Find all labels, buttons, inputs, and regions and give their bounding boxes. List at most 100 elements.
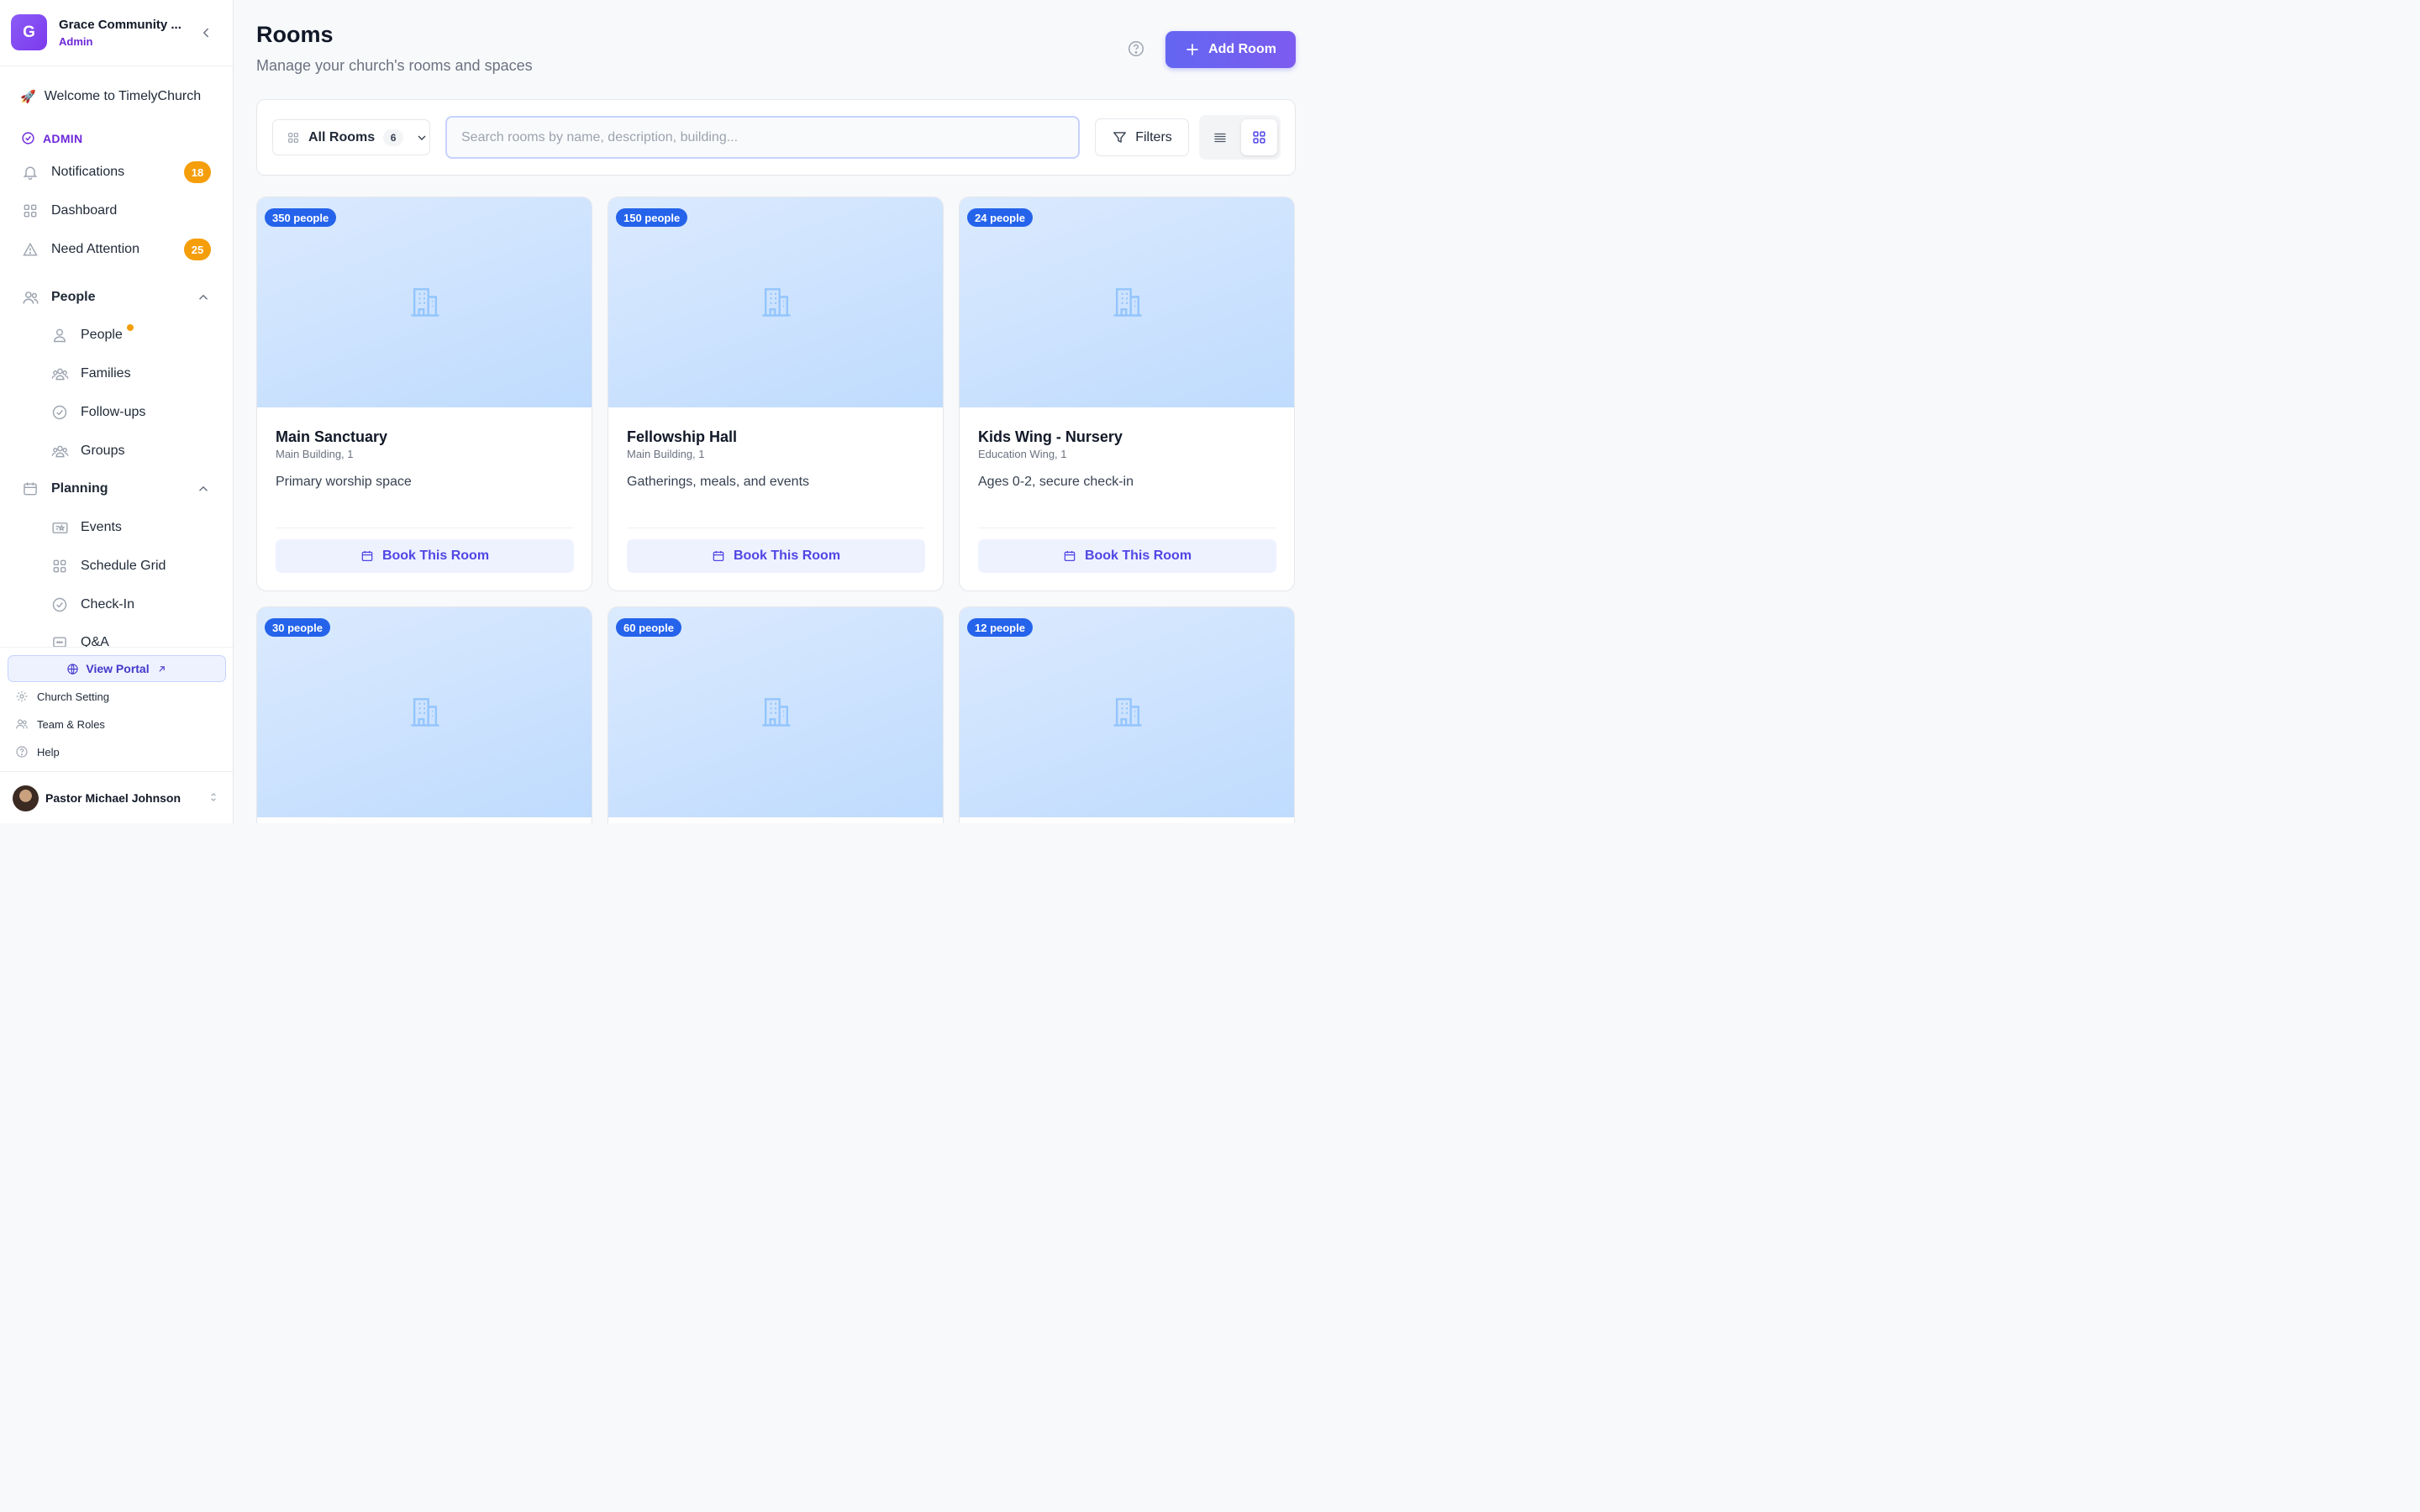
family-icon — [50, 365, 69, 383]
help-link[interactable]: Help — [15, 743, 60, 761]
capacity-badge: 30 people — [265, 618, 330, 637]
sidebar: G Grace Community ... Admin 🚀 Welcome to… — [0, 0, 234, 823]
building-icon — [1113, 288, 1142, 317]
room-card[interactable]: 350 people Main Sanctuary Main Building,… — [256, 197, 592, 591]
view-toggle — [1199, 115, 1281, 160]
filters-button[interactable]: Filters — [1095, 118, 1189, 156]
notifications-count-badge: 18 — [184, 161, 211, 183]
sidebar-item-people[interactable]: People — [50, 320, 218, 350]
room-location: Main Building, 1 — [627, 448, 705, 460]
sidebar-item-families[interactable]: Families — [50, 359, 218, 389]
capacity-badge: 24 people — [967, 208, 1033, 227]
room-description: Gatherings, meals, and events — [627, 475, 810, 489]
sidebar-group-planning[interactable]: Planning — [21, 474, 223, 504]
sidebar-item-check-in[interactable]: Check-In — [50, 590, 218, 620]
team-roles-link[interactable]: Team & Roles — [15, 715, 105, 733]
search-input[interactable] — [445, 116, 1080, 159]
sidebar-item-qa[interactable]: Q&A — [50, 627, 218, 647]
plus-icon — [1186, 44, 1198, 55]
sidebar-item-need-attention[interactable]: Need Attention 25 — [21, 234, 223, 265]
book-room-button[interactable]: Book This Room — [276, 539, 574, 573]
org-name: Grace Community ... — [59, 18, 182, 32]
book-room-button[interactable]: Book This Room — [978, 539, 1276, 573]
check-circle-icon — [50, 596, 69, 614]
building-icon — [762, 288, 791, 317]
warning-icon — [21, 240, 39, 259]
room-location: Main Building, 1 — [276, 448, 354, 460]
org-switcher[interactable]: G Grace Community ... Admin — [0, 0, 233, 66]
page-subtitle: Manage your church's rooms and spaces — [256, 57, 533, 74]
church-setting-link[interactable]: Church Setting — [15, 687, 109, 706]
groups-icon — [50, 442, 69, 460]
add-room-button[interactable]: Add Room — [1165, 31, 1296, 68]
capacity-badge: 12 people — [967, 618, 1033, 637]
ticket-icon — [50, 518, 69, 537]
org-role: Admin — [59, 35, 93, 48]
sidebar-item-groups[interactable]: Groups — [50, 436, 218, 466]
globe-icon — [67, 663, 79, 675]
users-icon — [21, 288, 39, 307]
view-portal-button[interactable]: View Portal — [8, 655, 226, 682]
sidebar-group-people[interactable]: People — [21, 282, 223, 312]
badge-check-icon — [50, 403, 69, 422]
sidebar-nav: 🚀 Welcome to TimelyChurch ADMIN Notifica… — [0, 67, 233, 647]
room-name: Fellowship Hall — [627, 428, 738, 445]
gear-icon — [16, 690, 28, 702]
chevron-up-icon[interactable] — [196, 290, 211, 305]
rooms-toolbar: All Rooms 6 Filters — [256, 99, 1296, 176]
room-filter-dropdown[interactable]: All Rooms 6 — [272, 119, 430, 155]
capacity-badge: 60 people — [616, 618, 681, 637]
room-image-placeholder: 60 people — [608, 607, 943, 817]
calendar-icon — [1064, 551, 1076, 561]
chevron-down-icon — [418, 135, 426, 140]
building-icon — [411, 698, 439, 727]
calendar-icon — [713, 551, 724, 561]
room-image-placeholder: 24 people — [960, 197, 1294, 407]
bell-icon — [21, 163, 39, 181]
room-card[interactable]: 24 people Kids Wing - Nursery Education … — [959, 197, 1295, 591]
users-icon — [16, 719, 28, 729]
sidebar-item-follow-ups[interactable]: Follow-ups — [50, 397, 218, 428]
list-view-button[interactable] — [1209, 127, 1231, 149]
room-card[interactable]: 60 people — [608, 606, 944, 823]
room-card[interactable]: 150 people Fellowship Hall Main Building… — [608, 197, 944, 591]
sidebar-item-events[interactable]: Events — [50, 512, 218, 543]
user-name: Pastor Michael Johnson — [45, 791, 182, 805]
grid-icon — [21, 202, 39, 220]
room-card[interactable]: 12 people — [959, 606, 1295, 823]
user-icon — [50, 326, 69, 344]
calendar-icon — [21, 480, 39, 498]
room-image-placeholder: 12 people — [960, 607, 1294, 817]
grid-icon — [50, 557, 69, 575]
building-icon — [762, 698, 791, 727]
welcome-label: Welcome to TimelyChurch — [44, 89, 202, 103]
room-card[interactable]: 30 people — [256, 606, 592, 823]
avatar — [13, 785, 39, 811]
room-description: Ages 0-2, secure check-in — [978, 475, 1134, 489]
room-description: Primary worship space — [276, 475, 412, 489]
sidebar-item-dashboard[interactable]: Dashboard — [21, 196, 223, 226]
filter-icon — [1113, 132, 1127, 143]
welcome-link[interactable]: 🚀 Welcome to TimelyChurch — [20, 89, 201, 104]
room-name: Main Sanctuary — [276, 428, 388, 445]
rocket-icon: 🚀 — [20, 90, 36, 104]
room-location: Education Wing, 1 — [978, 448, 1067, 460]
check-circle-icon — [22, 132, 34, 144]
grid-icon — [1253, 131, 1265, 144]
calendar-icon — [361, 551, 373, 561]
org-logo: G — [11, 14, 47, 50]
grid-icon — [288, 132, 298, 143]
need-attention-count-badge: 25 — [184, 239, 211, 260]
book-room-button[interactable]: Book This Room — [627, 539, 925, 573]
collapse-sidebar-icon[interactable] — [198, 25, 213, 40]
chevron-up-icon[interactable] — [196, 481, 211, 496]
room-name: Kids Wing - Nursery — [978, 428, 1123, 445]
chevron-up-down-icon — [211, 793, 216, 801]
user-menu[interactable]: Pastor Michael Johnson — [0, 771, 233, 823]
grid-view-button[interactable] — [1241, 119, 1277, 155]
unread-dot — [127, 324, 134, 331]
sidebar-item-notifications[interactable]: Notifications 18 — [21, 157, 223, 187]
help-icon[interactable] — [1127, 39, 1145, 58]
external-link-icon — [159, 665, 165, 672]
sidebar-item-schedule-grid[interactable]: Schedule Grid — [50, 551, 218, 581]
